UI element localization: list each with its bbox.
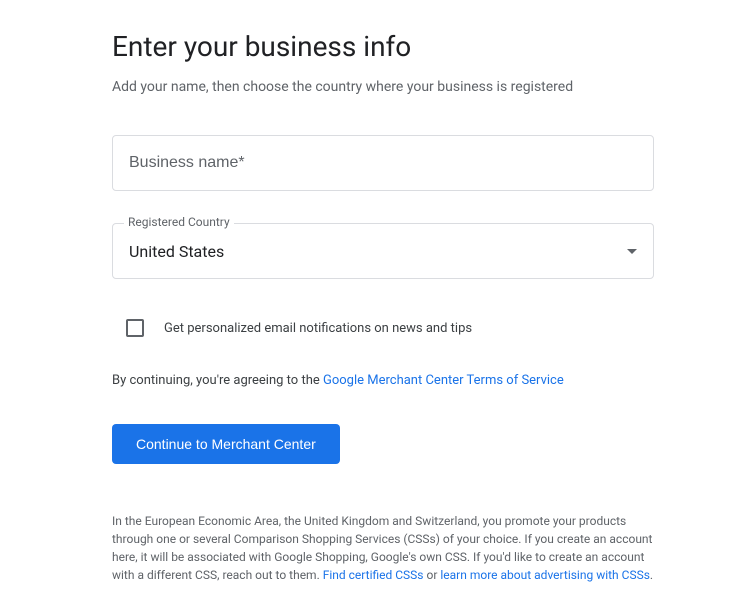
page-subtitle: Add your name, then choose the country w…	[112, 79, 635, 95]
disclaimer-middle: or	[424, 568, 441, 582]
page-title: Enter your business info	[112, 30, 635, 63]
disclaimer-text: In the European Economic Area, the Unite…	[112, 512, 654, 584]
continue-button[interactable]: Continue to Merchant Center	[112, 424, 340, 464]
email-notifications-row: Get personalized email notifications on …	[126, 319, 635, 337]
business-name-input[interactable]	[112, 135, 654, 191]
chevron-down-icon	[627, 249, 637, 254]
terms-prefix: By continuing, you're agreeing to the	[112, 373, 323, 388]
terms-text: By continuing, you're agreeing to the Go…	[112, 373, 635, 388]
registered-country-label: Registered Country	[124, 215, 234, 229]
business-name-field-container	[112, 135, 654, 191]
email-notifications-checkbox[interactable]	[126, 319, 144, 337]
disclaimer-suffix: .	[650, 568, 653, 582]
registered-country-value: United States	[129, 242, 224, 261]
registered-country-field-container: Registered Country United States	[112, 223, 654, 279]
email-notifications-label: Get personalized email notifications on …	[164, 321, 472, 336]
terms-link[interactable]: Google Merchant Center Terms of Service	[323, 373, 564, 388]
find-css-link[interactable]: Find certified CSSs	[323, 568, 424, 582]
registered-country-select[interactable]: United States	[112, 223, 654, 279]
learn-more-css-link[interactable]: learn more about advertising with CSSs	[440, 568, 650, 582]
